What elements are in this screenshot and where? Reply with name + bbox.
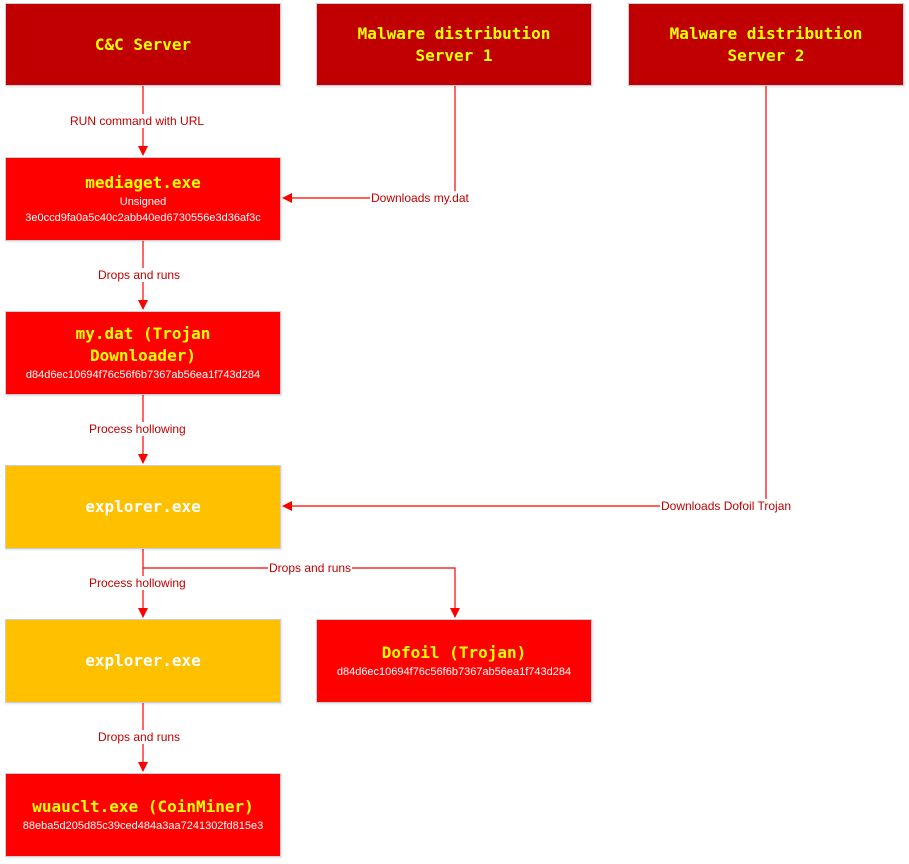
node-dist-server-1: Malware distribution Server 1 (316, 3, 592, 86)
node-title: explorer.exe (85, 497, 201, 516)
edge-dist2-to-explorer1 (282, 86, 767, 511)
node-wuauclt: wuauclt.exe (CoinMiner) 88eba5d205d85c39… (5, 773, 281, 857)
node-cc-server: C&C Server (5, 3, 281, 86)
node-title: explorer.exe (85, 651, 201, 670)
node-title: my.dat (Trojan Downloader) (75, 324, 211, 365)
node-title: Dofoil (Trojan) (381, 643, 527, 662)
node-explorer-1: explorer.exe (5, 465, 281, 549)
node-title: Malware distribution Server 2 (669, 23, 863, 65)
node-title: wuauclt.exe (CoinMiner) (32, 797, 254, 816)
node-mydat: my.dat (Trojan Downloader) d84d6ec10694f… (5, 311, 281, 395)
node-mediaget: mediaget.exe Unsigned 3e0ccd9fa0a5c40c2a… (5, 157, 281, 241)
edge-label-explorer2-to-wuauclt: Drops and runs (97, 730, 182, 744)
edge-dist1-to-mediaget (282, 86, 456, 203)
signature-status: Unsigned (119, 196, 167, 208)
edge-label-dist2-to-explorer1: Downloads Dofoil Trojan (660, 499, 793, 513)
edge-label-explorer1-to-explorer2: Process hollowing (88, 576, 187, 590)
file-hash: d84d6ec10694f76c56f6b7367ab56ea1f743d284 (336, 666, 572, 678)
node-explorer-2: explorer.exe (5, 619, 281, 703)
edge-label-mediaget-to-mydat: Drops and runs (97, 268, 182, 282)
edge-explorer1-to-dofoil (143, 567, 460, 618)
node-title: C&C Server (94, 34, 192, 54)
file-hash: 3e0ccd9fa0a5c40c2abb40ed6730556e3d36af3c (25, 212, 261, 224)
attack-flow-diagram: RUN command with URL Downloads my.dat Dr… (0, 0, 909, 864)
node-title: mediaget.exe (85, 173, 201, 192)
edge-label-cc-to-mediaget: RUN command with URL (69, 114, 206, 128)
edge-label-mydat-to-explorer1: Process hollowing (88, 422, 187, 436)
file-hash: 88eba5d205d85c39ced484a3aa7241302fd815e3 (22, 820, 264, 832)
node-dofoil: Dofoil (Trojan) d84d6ec10694f76c56f6b736… (316, 619, 592, 703)
edge-label-dist1-to-mediaget: Downloads my.dat (370, 191, 470, 205)
file-hash: d84d6ec10694f76c56f6b7367ab56ea1f743d284 (25, 369, 261, 381)
node-dist-server-2: Malware distribution Server 2 (628, 3, 904, 86)
edge-label-explorer1-to-dofoil: Drops and runs (268, 561, 353, 575)
node-title: Malware distribution Server 1 (357, 23, 551, 65)
